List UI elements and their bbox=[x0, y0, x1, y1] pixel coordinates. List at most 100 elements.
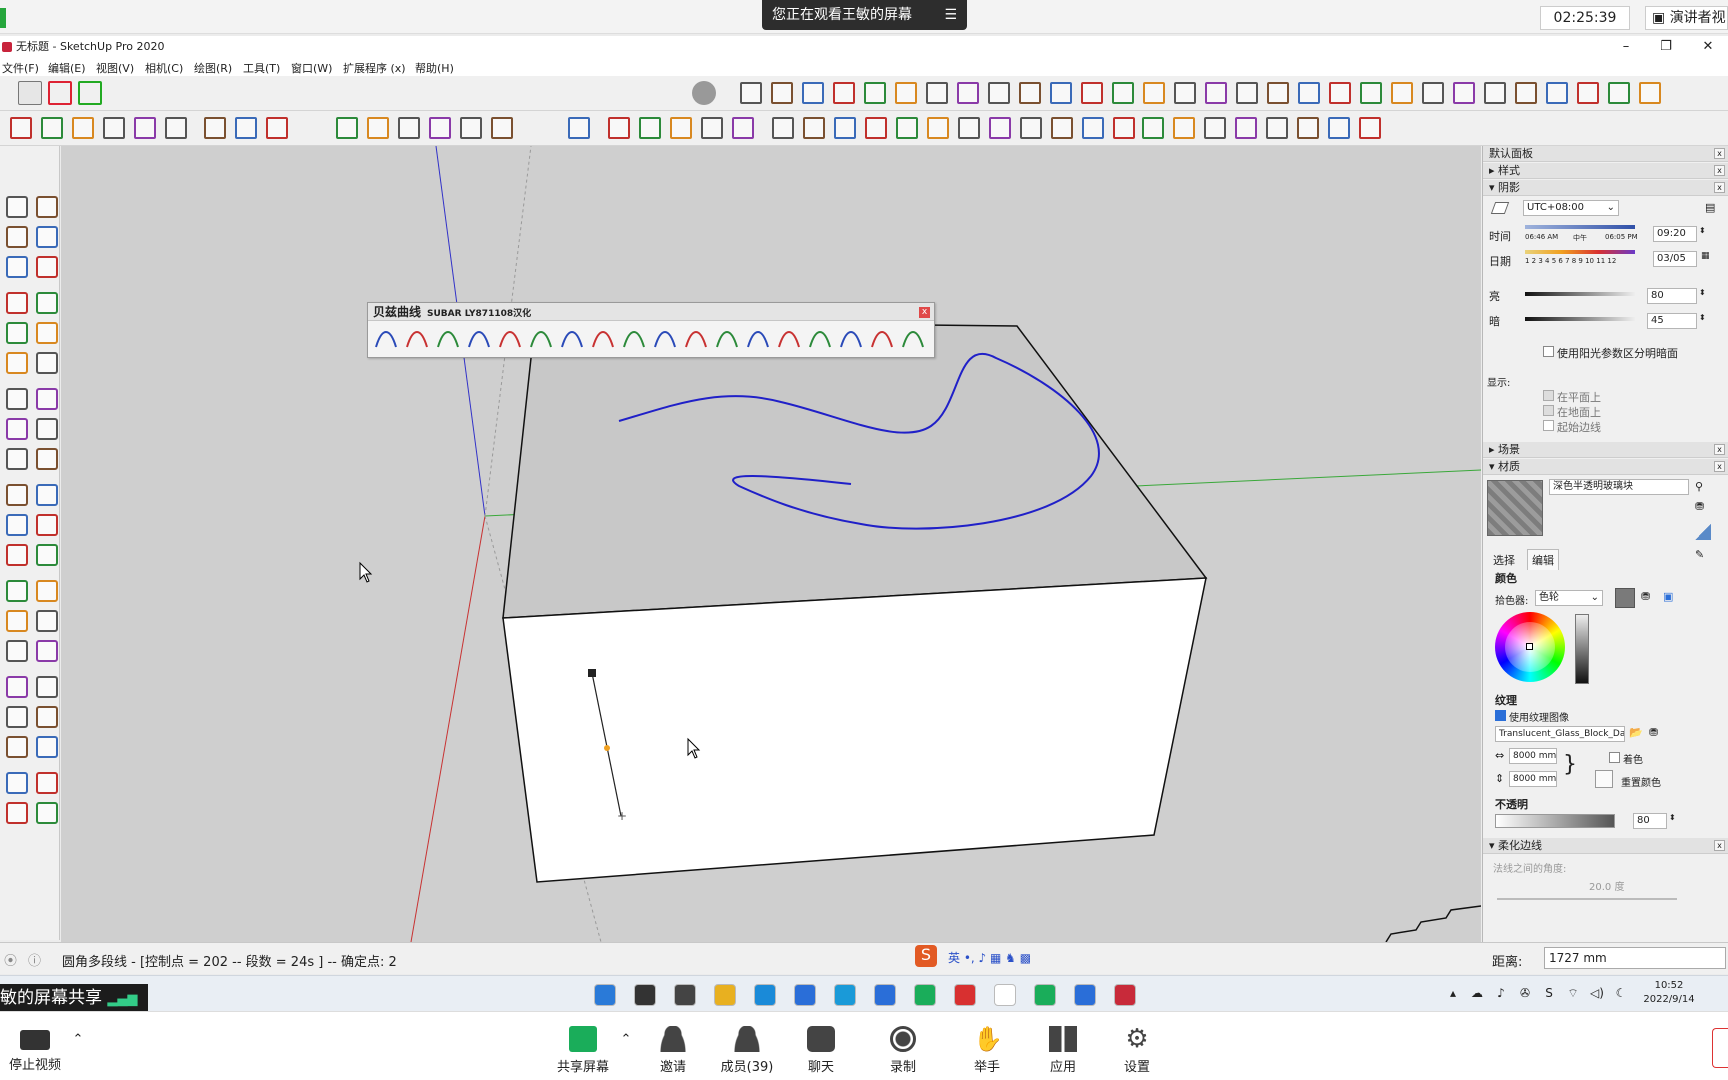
tray-icon-2[interactable]: ☁ bbox=[1468, 986, 1486, 1004]
toolbar-button-icon-39[interactable] bbox=[1297, 117, 1319, 139]
geometry-icon[interactable] bbox=[78, 81, 102, 105]
extension-tool-icon-14[interactable] bbox=[1143, 82, 1165, 104]
tool-icon-36[interactable] bbox=[36, 736, 58, 758]
taskbar-app-icon-3[interactable] bbox=[674, 984, 696, 1006]
share-options-chevron-icon[interactable]: ⌃ bbox=[616, 1032, 636, 1047]
bezier-tool-icon-7[interactable] bbox=[561, 331, 583, 348]
bezier-tool-icon-17[interactable] bbox=[871, 331, 893, 348]
toolbar-button-icon-18[interactable] bbox=[639, 117, 661, 139]
menu-window[interactable]: 窗口(W) bbox=[291, 60, 332, 76]
opacity-spinner[interactable]: ⬍ bbox=[1669, 813, 1676, 822]
tool-icon-35[interactable] bbox=[6, 736, 28, 758]
opacity-field[interactable]: 80 bbox=[1633, 813, 1667, 829]
panel-close-icon[interactable]: x bbox=[1714, 148, 1725, 159]
toolbar-button-icon-10[interactable] bbox=[336, 117, 358, 139]
sandbox-icon[interactable] bbox=[48, 81, 72, 105]
tool-icon-19[interactable] bbox=[6, 484, 28, 506]
extension-tool-icon-25[interactable] bbox=[1484, 82, 1506, 104]
extension-tool-icon-16[interactable] bbox=[1205, 82, 1227, 104]
tool-icon-13[interactable] bbox=[6, 388, 28, 410]
model-viewport[interactable]: + bbox=[61, 146, 1481, 942]
share-screen-button[interactable]: 共享屏幕 bbox=[550, 1026, 616, 1075]
opacity-slider[interactable] bbox=[1495, 814, 1615, 828]
raise-hand-button[interactable]: ✋ 举手 bbox=[954, 1026, 1020, 1075]
bezier-tool-icon-4[interactable] bbox=[468, 331, 490, 348]
tool-icon-40[interactable] bbox=[36, 802, 58, 824]
time-slider[interactable] bbox=[1525, 225, 1635, 229]
tool-icon-4[interactable] bbox=[36, 226, 58, 248]
taskbar-app-icon-13[interactable] bbox=[1074, 984, 1096, 1006]
soften-angle-slider[interactable] bbox=[1497, 898, 1677, 900]
toolbar-button-icon-1[interactable] bbox=[10, 117, 32, 139]
taskbar-app-icon-8[interactable] bbox=[874, 984, 896, 1006]
extension-tool-icon-17[interactable] bbox=[1236, 82, 1258, 104]
toolbar-button-icon-21[interactable] bbox=[732, 117, 754, 139]
extension-tool-icon-10[interactable] bbox=[1019, 82, 1041, 104]
extension-tool-icon-23[interactable] bbox=[1422, 82, 1444, 104]
section-style[interactable]: ▸ 样式 x bbox=[1483, 163, 1728, 179]
toolbar-button-icon-31[interactable] bbox=[1051, 117, 1073, 139]
toolbar-button-icon-5[interactable] bbox=[134, 117, 156, 139]
extension-tool-icon-11[interactable] bbox=[1050, 82, 1072, 104]
share-notice[interactable]: 您正在观看王敏的屏幕 ☰ bbox=[762, 0, 967, 30]
extension-tool-icon-8[interactable] bbox=[957, 82, 979, 104]
section-scenes[interactable]: ▸ 场景 x bbox=[1483, 442, 1728, 458]
extension-tool-icon-19[interactable] bbox=[1298, 82, 1320, 104]
use-sun-checkbox[interactable] bbox=[1543, 346, 1554, 357]
tool-icon-29[interactable] bbox=[6, 640, 28, 662]
extension-tool-icon-26[interactable] bbox=[1515, 82, 1537, 104]
light-field[interactable]: 80 bbox=[1647, 288, 1697, 304]
box-top-face[interactable] bbox=[502, 320, 1208, 619]
light-slider[interactable] bbox=[1525, 292, 1635, 296]
minimize-button[interactable]: – bbox=[1606, 36, 1646, 58]
extension-tool-icon-21[interactable] bbox=[1360, 82, 1382, 104]
toolbar-button-icon-3[interactable] bbox=[72, 117, 94, 139]
extension-tool-icon-20[interactable] bbox=[1329, 82, 1351, 104]
settings-button[interactable]: ⚙ 设置 bbox=[1104, 1026, 1170, 1075]
toolbar-button-icon-29[interactable] bbox=[989, 117, 1011, 139]
tray-icon-8[interactable]: ☾ bbox=[1612, 986, 1630, 1004]
toolbar-button-icon-4[interactable] bbox=[103, 117, 125, 139]
tray-icon-1[interactable]: ▴ bbox=[1444, 986, 1462, 1004]
model-canvas[interactable]: + bbox=[61, 146, 1481, 942]
presenter-view-button[interactable]: ▣ 演讲者视 bbox=[1645, 6, 1728, 30]
tool-icon-6[interactable] bbox=[36, 256, 58, 278]
bezier-tool-icon-9[interactable] bbox=[623, 331, 645, 348]
extension-tool-icon-27[interactable] bbox=[1546, 82, 1568, 104]
ime-logo-icon[interactable]: S bbox=[915, 945, 937, 967]
bezier-toolbar-title[interactable]: 贝兹曲线 SUBAR LY871108汉化 bbox=[368, 303, 934, 321]
distance-field[interactable]: 1727 mm bbox=[1544, 947, 1726, 969]
tool-icon-33[interactable] bbox=[6, 706, 28, 728]
toolbar-button-icon-14[interactable] bbox=[460, 117, 482, 139]
dark-slider[interactable] bbox=[1525, 317, 1635, 321]
bezier-tool-icon-5[interactable] bbox=[499, 331, 521, 348]
bezier-tool-icon-11[interactable] bbox=[685, 331, 707, 348]
bezier-tool-icon-3[interactable] bbox=[437, 331, 459, 348]
taskbar-app-icon-14[interactable] bbox=[1114, 984, 1136, 1006]
toolbar-button-icon-27[interactable] bbox=[927, 117, 949, 139]
toolbar-button-icon-15[interactable] bbox=[491, 117, 513, 139]
toolbar-button-icon-34[interactable] bbox=[1142, 117, 1164, 139]
tool-icon-15[interactable] bbox=[6, 418, 28, 440]
cylinder-icon[interactable] bbox=[692, 81, 716, 105]
box-front-face[interactable] bbox=[502, 577, 1207, 883]
menu-help[interactable]: 帮助(H) bbox=[415, 60, 454, 76]
bezier-tool-icon-13[interactable] bbox=[747, 331, 769, 348]
info-icon[interactable]: ⓘ bbox=[28, 950, 41, 969]
tool-icon-20[interactable] bbox=[36, 484, 58, 506]
tool-icon-37[interactable] bbox=[6, 772, 28, 794]
invite-button[interactable]: 邀请 bbox=[640, 1026, 706, 1075]
toolbar-button-icon-9[interactable] bbox=[266, 117, 288, 139]
extension-tool-icon-6[interactable] bbox=[895, 82, 917, 104]
tool-icon-7[interactable] bbox=[6, 292, 28, 314]
taskbar-app-icon-11[interactable] bbox=[994, 984, 1016, 1006]
extension-tool-icon-1[interactable] bbox=[740, 82, 762, 104]
date-slider[interactable] bbox=[1525, 250, 1635, 254]
light-spinner[interactable]: ⬍ bbox=[1699, 288, 1706, 297]
toolbar-button-icon-25[interactable] bbox=[865, 117, 887, 139]
extension-tool-icon-9[interactable] bbox=[988, 82, 1010, 104]
extension-tool-icon-12[interactable] bbox=[1081, 82, 1103, 104]
toolbar-button-icon-23[interactable] bbox=[803, 117, 825, 139]
extension-tool-icon-29[interactable] bbox=[1608, 82, 1630, 104]
taskbar-app-icon-6[interactable] bbox=[794, 984, 816, 1006]
